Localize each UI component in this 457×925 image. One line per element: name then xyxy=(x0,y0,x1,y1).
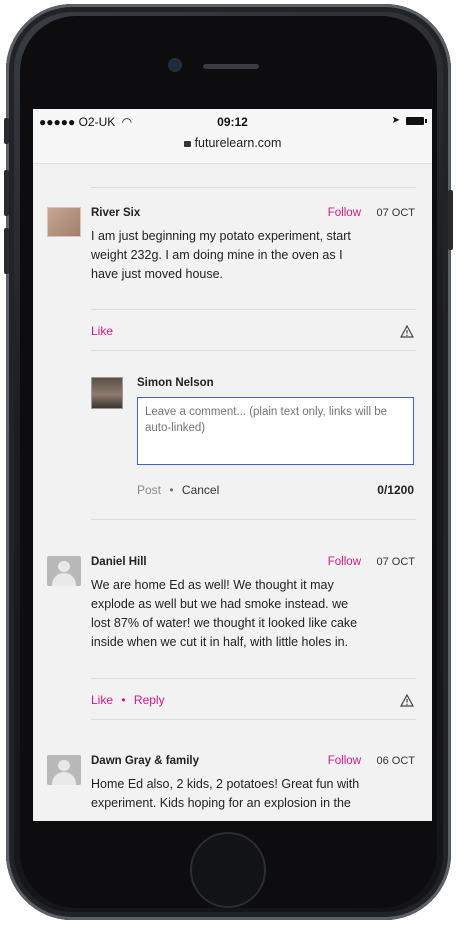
comment-line: inside when we cut it in half, with litt… xyxy=(91,635,349,649)
comment-line: Home Ed also, 2 kids, 2 potatoes! Great … xyxy=(91,777,360,791)
divider xyxy=(91,678,416,679)
volume-up-button xyxy=(4,170,9,216)
default-user-icon[interactable] xyxy=(47,755,81,785)
volume-down-button xyxy=(4,228,9,274)
divider xyxy=(91,719,416,720)
author-name[interactable]: Dawn Gray & family xyxy=(91,755,199,767)
follow-link[interactable]: Follow xyxy=(328,556,361,568)
earpiece-speaker xyxy=(203,64,259,69)
comment-text: We are home Ed as well! We thought it ma… xyxy=(91,576,418,652)
comment-text: I am just beginning my potato experiment… xyxy=(91,227,418,284)
divider xyxy=(91,187,416,188)
url-text: futurelearn.com xyxy=(194,136,282,150)
author-name[interactable]: River Six xyxy=(91,207,140,219)
like-link[interactable]: Like xyxy=(91,324,113,338)
avatar-head xyxy=(58,561,70,572)
comment-line: have just moved house. xyxy=(91,267,224,281)
comment-line: We are home Ed as well! We thought it ma… xyxy=(91,578,334,592)
current-user-avatar xyxy=(91,377,123,409)
cancel-button[interactable]: Cancel xyxy=(182,483,219,497)
comments-feed: River Six Follow 07 OCT I am just beginn… xyxy=(33,163,432,821)
follow-link[interactable]: Follow xyxy=(328,755,361,767)
follow-link[interactable]: Follow xyxy=(328,207,361,219)
avatar-body xyxy=(52,573,76,586)
comment-date: 06 OCT xyxy=(376,755,415,767)
character-counter: 0/1200 xyxy=(377,483,414,497)
comment-meta: Dawn Gray & family Follow 06 OCT xyxy=(91,755,415,771)
like-link[interactable]: Like xyxy=(91,693,113,707)
comment-input[interactable] xyxy=(137,397,414,465)
post-button[interactable]: Post xyxy=(137,483,161,497)
comment-line: explode as well but we had smoke instead… xyxy=(91,597,349,611)
comment-line: I am just beginning my potato experiment… xyxy=(91,229,351,243)
avatar[interactable] xyxy=(47,207,81,237)
comment-meta: River Six Follow 07 OCT xyxy=(91,207,415,223)
status-bar: ●●●●● O2-UK ◠ 09:12 ➤ futurelearn.com xyxy=(33,109,432,164)
comment-date: 07 OCT xyxy=(376,207,415,219)
current-user-name: Simon Nelson xyxy=(137,377,214,389)
mute-switch xyxy=(4,118,9,144)
address-bar[interactable]: futurelearn.com xyxy=(33,136,432,150)
comment-line: experiment. Kids hoping for an explosion… xyxy=(91,796,351,810)
comment-actions: Like • Reply xyxy=(91,693,416,707)
location-arrow-icon: ➤ xyxy=(391,115,400,126)
avatar-head xyxy=(58,760,70,771)
reply-actions: Post • Cancel 0/1200 xyxy=(137,483,414,497)
report-warning-icon[interactable] xyxy=(400,325,414,338)
report-warning-icon[interactable] xyxy=(400,694,414,707)
battery-icon xyxy=(406,116,427,125)
default-user-icon[interactable] xyxy=(47,556,81,586)
divider xyxy=(91,519,416,520)
avatar-body xyxy=(52,772,76,785)
divider xyxy=(91,350,416,351)
comment-line: weight 232g. I am doing mine in the oven… xyxy=(91,248,343,262)
separator-dot: • xyxy=(169,483,174,497)
comment-actions: Like xyxy=(91,324,416,338)
power-button xyxy=(448,190,453,250)
comment-text: Home Ed also, 2 kids, 2 potatoes! Great … xyxy=(91,775,418,813)
lock-icon xyxy=(183,141,191,147)
author-name[interactable]: Daniel Hill xyxy=(91,556,147,568)
divider xyxy=(91,309,416,310)
front-camera xyxy=(170,60,180,70)
phone-screen: ●●●●● O2-UK ◠ 09:12 ➤ futurelearn.com Ri… xyxy=(33,109,432,821)
status-time: 09:12 xyxy=(217,115,248,129)
home-button[interactable] xyxy=(190,832,266,908)
reply-link[interactable]: Reply xyxy=(134,693,165,707)
separator-dot: • xyxy=(121,693,126,707)
comment-meta: Daniel Hill Follow 07 OCT xyxy=(91,556,415,572)
comment-date: 07 OCT xyxy=(376,556,415,568)
comment-line: lost 87% of water! we thought it looked … xyxy=(91,616,358,630)
